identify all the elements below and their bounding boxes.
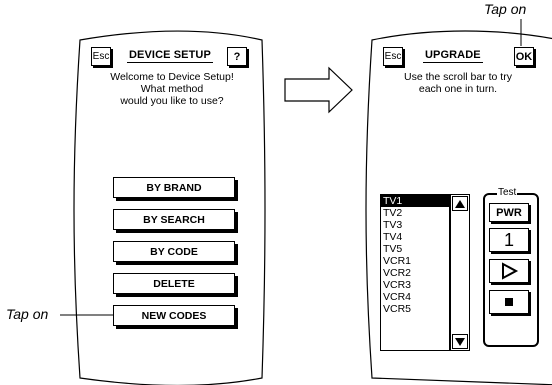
- upgrade-message-line-2: each one in turn.: [418, 83, 498, 95]
- right-arrow-icon: [284, 66, 353, 114]
- test-label: Test: [497, 187, 518, 198]
- ok-button[interactable]: OK: [514, 47, 534, 66]
- message-line-1: Welcome to Device Setup!: [110, 71, 234, 83]
- scrollbar[interactable]: [450, 194, 470, 351]
- delete-button[interactable]: DELETE: [113, 273, 235, 294]
- list-item-vcr4[interactable]: VCR4: [381, 291, 449, 303]
- tap-on-annotation-right: Tap on: [484, 1, 527, 17]
- list-item-vcr3[interactable]: VCR3: [381, 279, 449, 291]
- tap-on-annotation-left: Tap on: [6, 306, 49, 322]
- channel-1-button[interactable]: 1: [489, 228, 529, 252]
- list-item-vcr2[interactable]: VCR2: [381, 267, 449, 279]
- play-button[interactable]: [489, 259, 529, 283]
- scroll-up-icon[interactable]: [452, 196, 468, 211]
- upgrade-message-line-1: Use the scroll bar to try: [404, 71, 512, 83]
- stop-button[interactable]: [489, 290, 529, 314]
- list-item-vcr1[interactable]: VCR1: [381, 255, 449, 267]
- power-button[interactable]: PWR: [489, 203, 529, 222]
- message-line-2: What method: [140, 83, 204, 95]
- scroll-down-icon[interactable]: [452, 334, 468, 349]
- list-item-tv3[interactable]: TV3: [381, 219, 449, 231]
- page-title: DEVICE SETUP: [127, 49, 213, 63]
- upgrade-message: Use the scroll bar to try each one in tu…: [374, 71, 542, 95]
- esc-button[interactable]: Esc: [91, 47, 111, 66]
- message-line-3: would you like to use?: [120, 95, 224, 107]
- welcome-message: Welcome to Device Setup! What method wou…: [82, 71, 262, 107]
- list-item-vcr5[interactable]: VCR5: [381, 303, 449, 315]
- new-codes-button[interactable]: NEW CODES: [113, 305, 235, 326]
- list-item-tv1[interactable]: TV1: [381, 195, 449, 207]
- esc-button-upgrade[interactable]: Esc: [383, 47, 403, 66]
- help-button[interactable]: ?: [227, 47, 247, 66]
- by-brand-button[interactable]: BY BRAND: [113, 177, 235, 198]
- device-list[interactable]: TV1 TV2 TV3 TV4 TV5 VCR1 VCR2 VCR3 VCR4 …: [380, 194, 450, 351]
- list-item-tv5[interactable]: TV5: [381, 243, 449, 255]
- list-item-tv4[interactable]: TV4: [381, 231, 449, 243]
- list-item-tv2[interactable]: TV2: [381, 207, 449, 219]
- upgrade-title: UPGRADE: [423, 49, 483, 63]
- by-search-button[interactable]: BY SEARCH: [113, 209, 235, 230]
- stop-icon: [505, 298, 513, 306]
- play-icon: [502, 262, 519, 280]
- by-code-button[interactable]: BY CODE: [113, 241, 235, 262]
